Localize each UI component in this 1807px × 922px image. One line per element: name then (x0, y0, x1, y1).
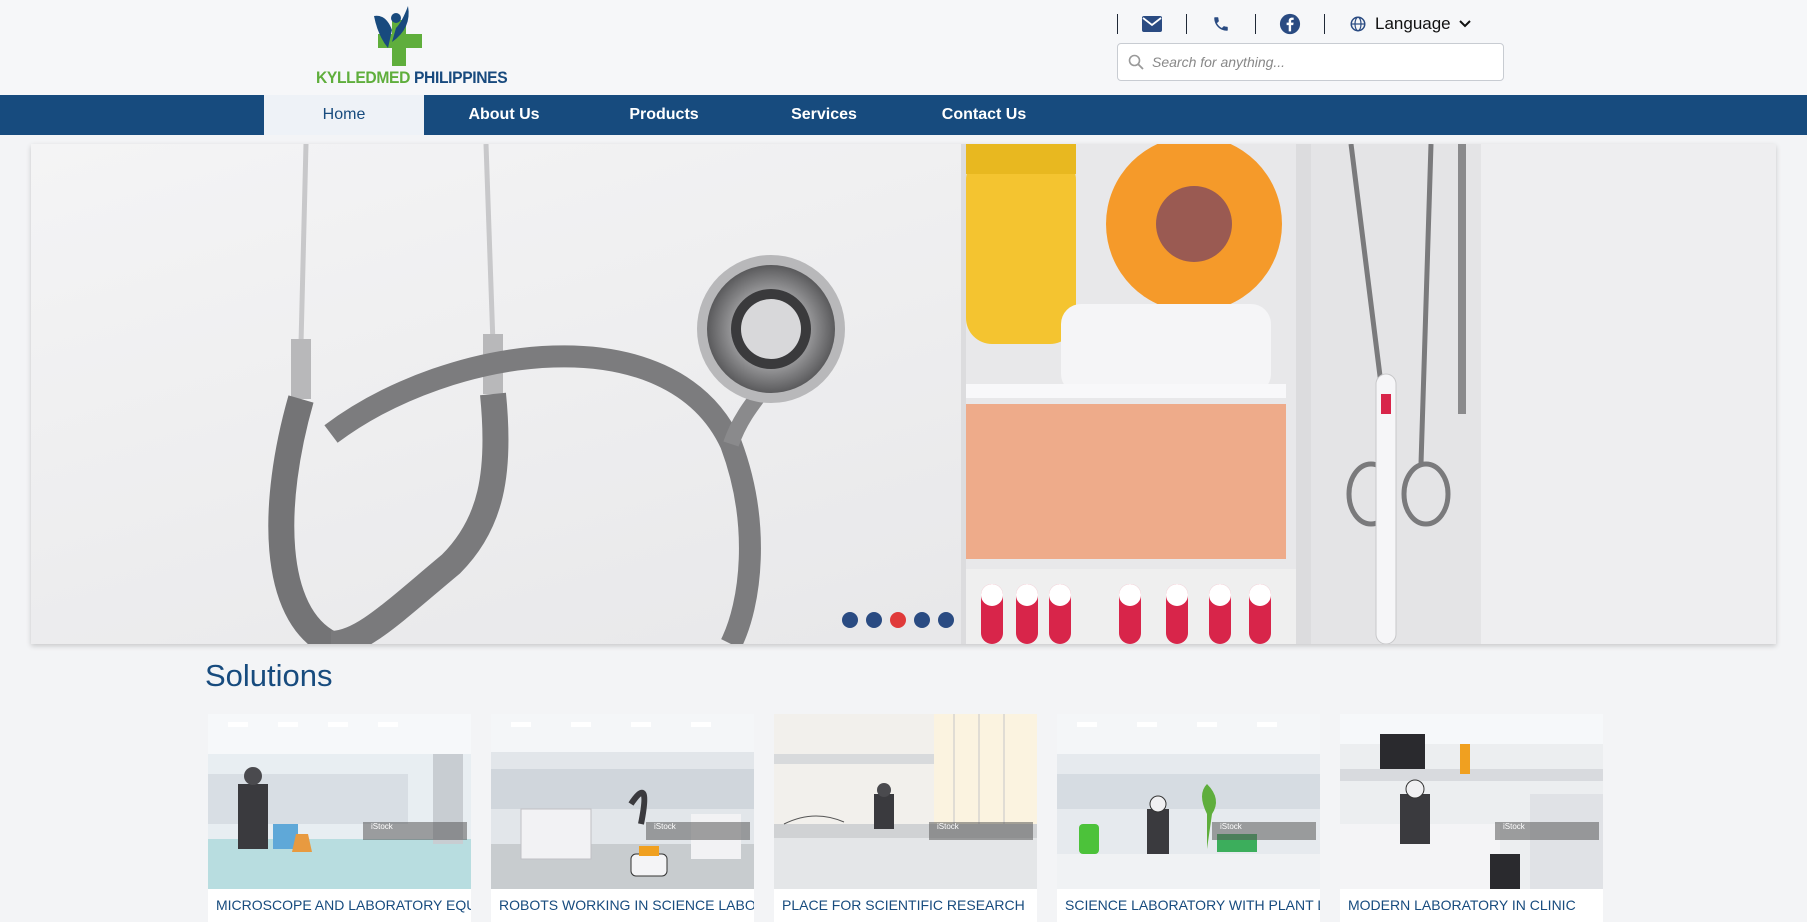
carousel-dot-active[interactable] (890, 612, 906, 628)
card-image: iStock (1340, 714, 1603, 889)
brand-logo[interactable]: KYLLEDMED PHILIPPINES (316, 4, 508, 88)
solution-card[interactable]: iStock PLACE FOR SCIENTIFIC RESEARCH (774, 714, 1037, 922)
section-title: Solutions (205, 658, 333, 693)
facebook-icon[interactable] (1256, 12, 1324, 36)
logo-emblem-icon (374, 6, 422, 66)
nav-item-products[interactable]: Products (584, 95, 744, 135)
mail-icon[interactable] (1118, 12, 1186, 36)
hero-carousel[interactable] (31, 144, 1776, 644)
search-box[interactable] (1117, 43, 1504, 81)
chevron-down-icon (1458, 20, 1471, 28)
watermark: iStock (363, 822, 467, 840)
globe-icon (1350, 16, 1366, 32)
solution-card[interactable]: iStock SCIENCE LABORATORY WITH PLANT LEA… (1057, 714, 1320, 922)
carousel-dot[interactable] (938, 612, 954, 628)
card-caption: MODERN LABORATORY IN CLINIC (1348, 897, 1576, 913)
search-icon (1128, 54, 1144, 70)
carousel-dot[interactable] (914, 612, 930, 628)
carousel-dot[interactable] (842, 612, 858, 628)
nav-item-services[interactable]: Services (744, 95, 904, 135)
watermark: iStock (646, 822, 750, 840)
solution-card[interactable]: iStock MODERN LABORATORY IN CLINIC (1340, 714, 1603, 922)
card-caption: PLACE FOR SCIENTIFIC RESEARCH (782, 897, 1025, 913)
hero-slide-image (31, 144, 1776, 644)
carousel-dot[interactable] (866, 612, 882, 628)
card-image: iStock (1057, 714, 1320, 889)
language-selector[interactable]: Language (1325, 14, 1471, 34)
watermark: iStock (1212, 822, 1316, 840)
language-label: Language (1375, 14, 1451, 33)
phone-icon[interactable] (1187, 12, 1255, 36)
watermark: iStock (1495, 822, 1599, 840)
solution-card[interactable]: iStock ROBOTS WORKING IN SCIENCE LABORAT… (491, 714, 754, 922)
nav-item-about-us[interactable]: About Us (424, 95, 584, 135)
card-caption: MICROSCOPE AND LABORATORY EQUIPMENT (216, 897, 471, 913)
main-nav: Home About Us Products Services Contact … (0, 95, 1807, 135)
card-caption: ROBOTS WORKING IN SCIENCE LABORATORY (499, 897, 754, 913)
nav-item-home[interactable]: Home (264, 95, 424, 135)
site-header: KYLLEDMED PHILIPPINES Language (0, 0, 1807, 95)
card-image: iStock (491, 714, 754, 889)
solutions-grid: iStock MICROSCOPE AND LABORATORY EQUIPME… (208, 714, 1603, 922)
nav-item-contact-us[interactable]: Contact Us (904, 95, 1064, 135)
card-caption: SCIENCE LABORATORY WITH PLANT LEAVES (1065, 897, 1320, 913)
watermark: iStock (929, 822, 1033, 840)
brand-name: KYLLEDMED PHILIPPINES (316, 68, 508, 87)
card-image: iStock (208, 714, 471, 889)
top-utility-bar: Language (1117, 12, 1471, 36)
search-input[interactable] (1152, 54, 1482, 70)
card-image: iStock (774, 714, 1037, 889)
solution-card[interactable]: iStock MICROSCOPE AND LABORATORY EQUIPME… (208, 714, 471, 922)
carousel-dots (842, 612, 954, 628)
